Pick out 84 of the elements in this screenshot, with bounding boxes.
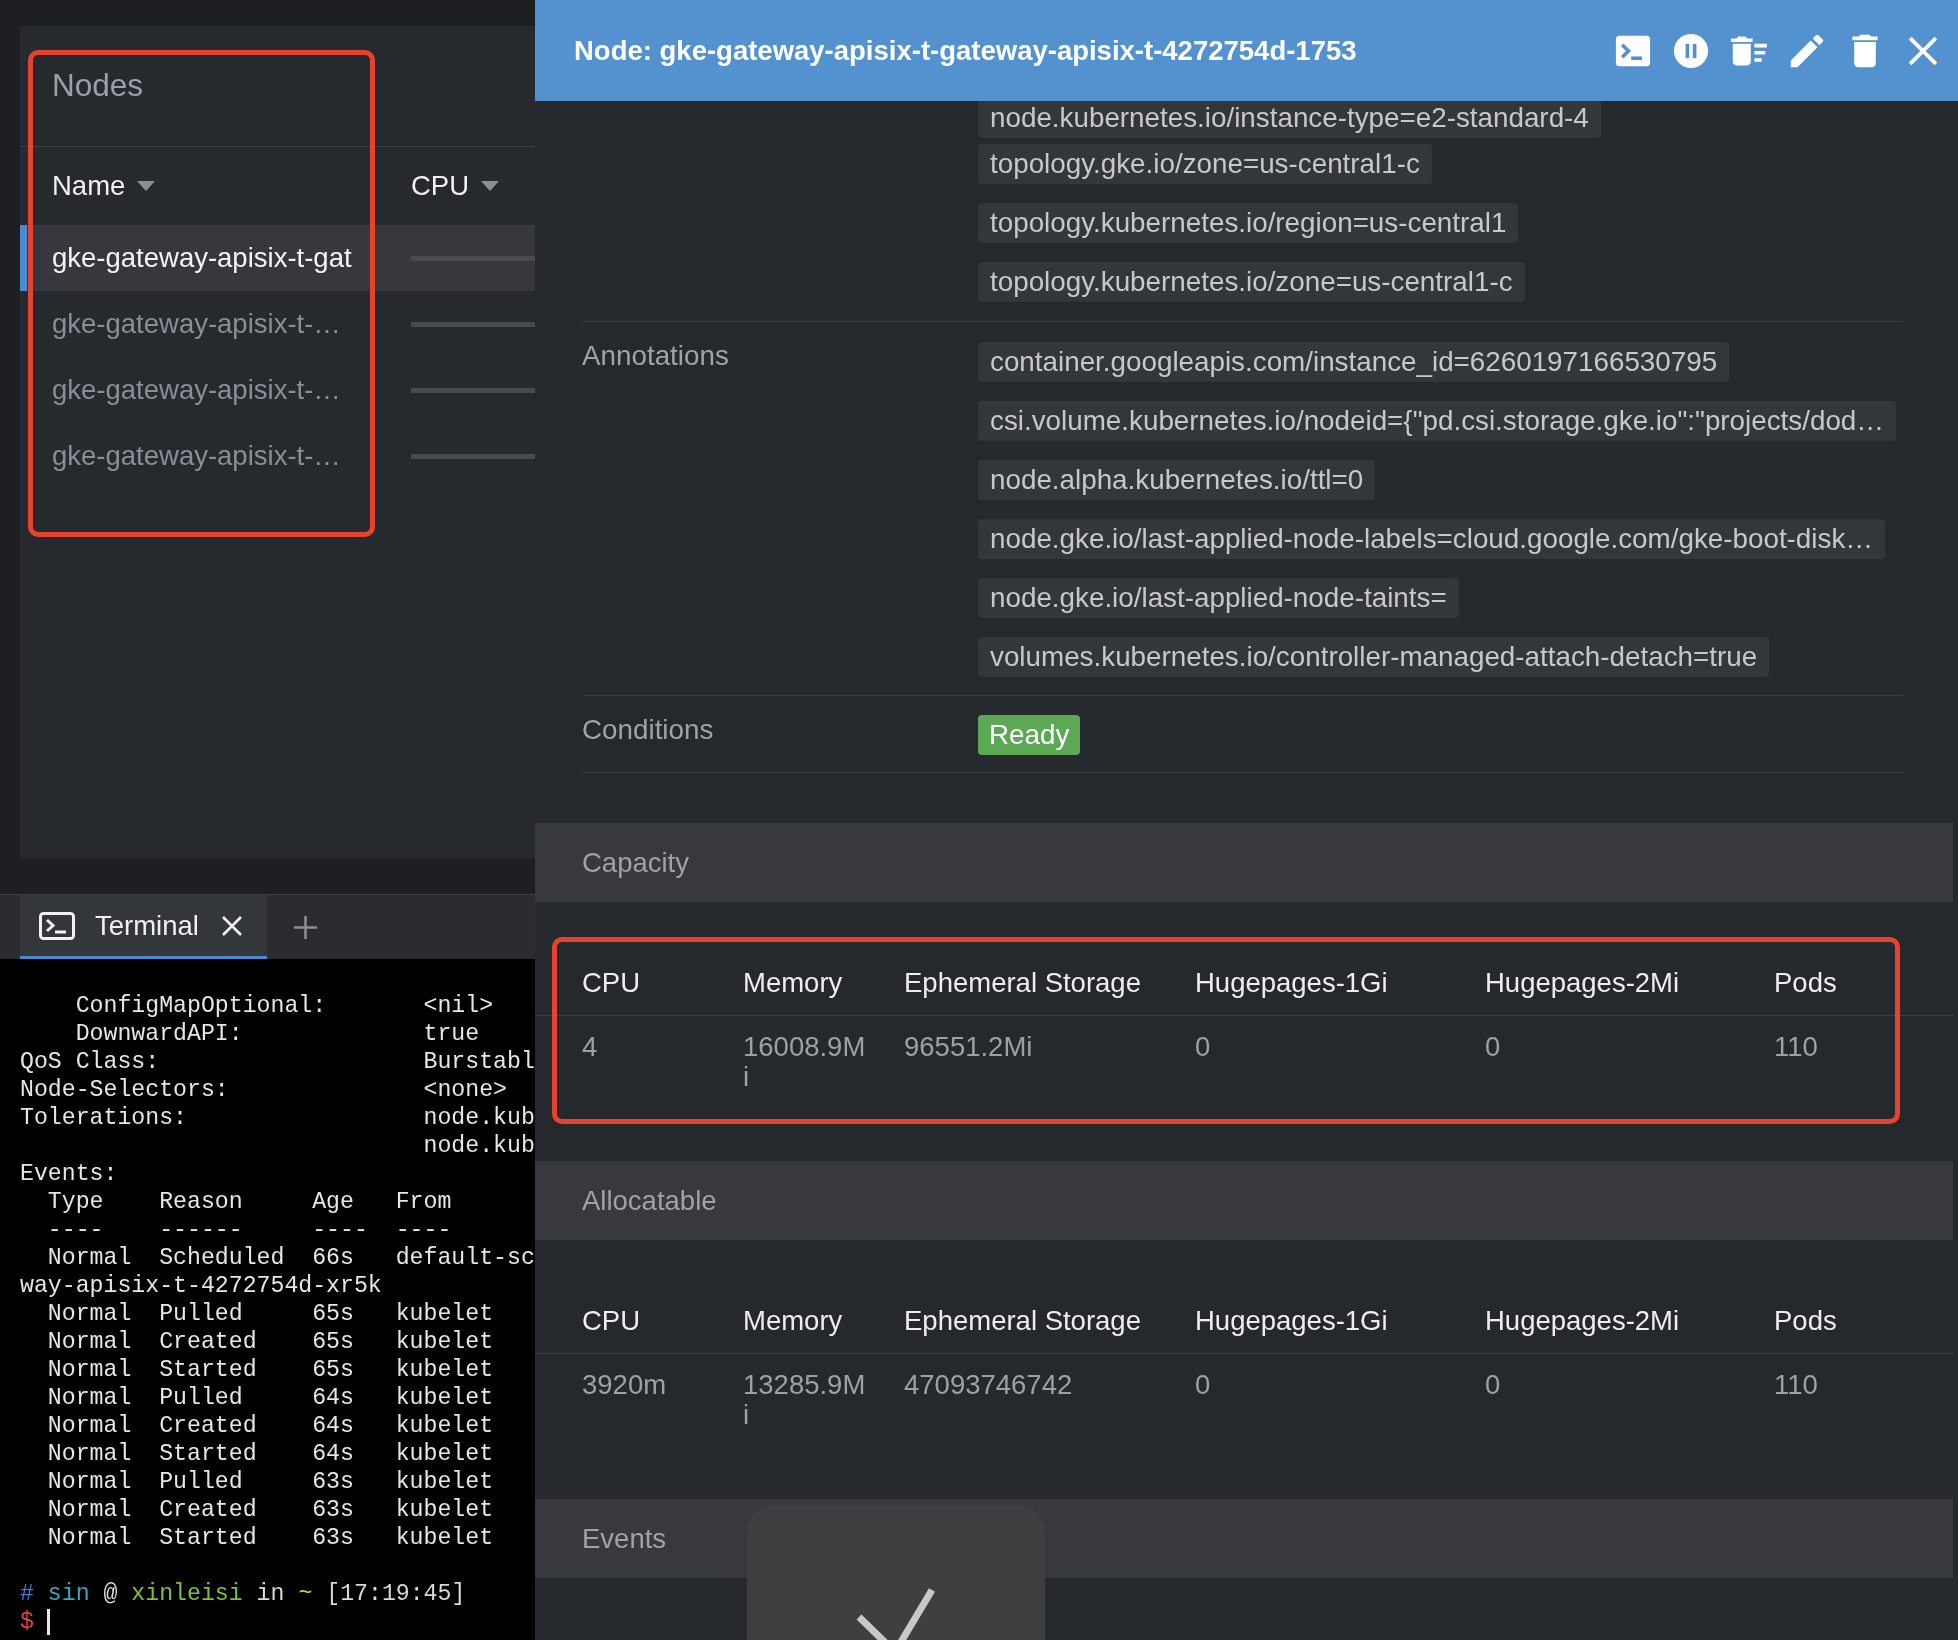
terminal-line: Normal Created 65s kubelet	[46, 1328, 494, 1356]
column-header: CPU	[582, 965, 642, 1000]
column-header[interactable]: CPU	[411, 165, 500, 207]
field-label: Annotations	[582, 340, 729, 371]
pause-circle-icon	[1673, 32, 1709, 69]
annotation-chip: volumes.kubernetes.io/controller-managed-attach-detach=true	[978, 637, 1770, 677]
label-chip: topology.kubernetes.io/zone=us-central1-c	[978, 262, 1525, 302]
sort-caret-icon	[137, 181, 156, 191]
node-name: gke-gateway-apisix-t-gat	[51, 241, 353, 276]
table-cell-text: 0	[1485, 1032, 1502, 1064]
terminal-line: Normal Started 65s kubelet	[46, 1356, 494, 1384]
terminal-line: Normal Started 63s kubelet	[46, 1524, 494, 1552]
status-badge: Ready	[978, 715, 1081, 755]
column-header[interactable]: Name	[52, 165, 156, 207]
column-header: Pods	[1774, 1303, 1838, 1338]
terminal-line: Normal Created 64s kubelet	[46, 1412, 494, 1440]
table-cell-text: 0	[1195, 1370, 1212, 1402]
annotation-chip: csi.volume.kubernetes.io/nodeid={"pd.csi.storage.gke.io":"projects/dod…	[978, 401, 1897, 441]
field-label: Conditions	[582, 714, 714, 745]
table-cell-text: 13285.9Mi	[743, 1370, 867, 1430]
check-icon	[855, 1586, 936, 1640]
pencil-icon	[1789, 32, 1825, 69]
column-header: Memory	[743, 965, 844, 1000]
close-icon	[1908, 35, 1938, 66]
column-header: Pods	[1774, 965, 1838, 1000]
section-header: Allocatable	[535, 1161, 1953, 1240]
table-cell-text: 0	[1195, 1032, 1212, 1064]
terminal-line: Normal Created 63s kubelet	[46, 1496, 494, 1524]
terminal-line: Node-Selectors: <none>	[20, 1076, 508, 1104]
section-header: Capacity	[535, 823, 1953, 902]
table-cell-text: 16008.9Mi	[743, 1032, 867, 1092]
terminal-line: DownwardAPI: true	[74, 1020, 480, 1048]
annotation-chip: container.googleapis.com/instance_id=6260197166530795	[978, 342, 1730, 382]
node-row[interactable]: gke-gateway-apisix-t-gat	[20, 225, 535, 291]
node-name: gke-gateway-apisix-t-…	[51, 307, 342, 342]
prompt-line: # sin @ xinleisi in ~ [17:19:45]	[20, 1580, 466, 1608]
column-header: Ephemeral Storage	[904, 1303, 1142, 1338]
table-cell-text: 110	[1774, 1370, 1819, 1402]
column-header: CPU	[582, 1303, 642, 1338]
cursor-icon	[46, 1609, 50, 1635]
terminal-line: QoS Class: Burstabl	[20, 1048, 535, 1076]
terminal-line: way-apisix-t-4272754d-xr5k	[20, 1272, 382, 1300]
node-row[interactable]: gke-gateway-apisix-t-…	[20, 291, 535, 357]
terminal-line: Normal Pulled 63s kubelet	[46, 1468, 494, 1496]
table-cell-text: 4	[582, 1032, 599, 1064]
terminal-line: Normal Scheduled 66s default-sc	[46, 1244, 535, 1272]
label-chip: topology.kubernetes.io/region=us-central1	[978, 203, 1519, 243]
terminal-tab[interactable]: Terminal	[20, 895, 267, 959]
sort-caret-icon	[481, 181, 500, 191]
close-icon[interactable]	[220, 914, 243, 937]
node-name: gke-gateway-apisix-t-…	[51, 439, 342, 474]
terminal-line: ConfigMapOptional: <nil>	[74, 992, 494, 1020]
column-header: Hugepages-1Gi	[1195, 1303, 1389, 1338]
terminal-line: Normal Pulled 64s kubelet	[46, 1384, 494, 1412]
terminal-line: Type Reason Age From	[46, 1188, 452, 1216]
table-cell-text: 96551.2Mi	[904, 1032, 1034, 1064]
terminal-line: Normal Started 64s kubelet	[46, 1440, 494, 1468]
plus-icon[interactable]	[293, 914, 318, 940]
node-row[interactable]: gke-gateway-apisix-t-…	[20, 423, 535, 489]
table-cell-text: 0	[1485, 1370, 1502, 1402]
column-header: Hugepages-2Mi	[1485, 965, 1681, 1000]
node-name: gke-gateway-apisix-t-…	[51, 373, 342, 408]
table-cell-text: 3920m	[582, 1370, 668, 1402]
node-title: Node: gke-gateway-apisix-t-gateway-apisix-t-4272754d-1753	[574, 33, 1357, 68]
terminal-line: Normal Pulled 65s kubelet	[46, 1300, 494, 1328]
column-header: Ephemeral Storage	[904, 965, 1142, 1000]
terminal-line: Tolerations: node.kub	[20, 1104, 535, 1132]
prompt-symbol: $	[20, 1608, 34, 1636]
column-header: Memory	[743, 1303, 844, 1338]
label-chip: node.kubernetes.io/instance-type=e2-standard-4	[978, 98, 1601, 138]
annotation-chip: node.gke.io/last-applied-node-labels=cloud.google.com/gke-boot-disk…	[978, 519, 1886, 559]
panel-title: Nodes	[52, 66, 144, 106]
terminal-line: ---- ------ ---- ----	[46, 1216, 452, 1244]
annotation-chip: node.gke.io/last-applied-node-taints=	[978, 578, 1459, 618]
table-cell-text: 110	[1774, 1032, 1819, 1064]
terminal-line: node.kub	[422, 1132, 535, 1160]
node-row[interactable]: gke-gateway-apisix-t-…	[20, 357, 535, 423]
column-header: Hugepages-2Mi	[1485, 1303, 1681, 1338]
table-cell-text: 47093746742	[904, 1370, 1074, 1402]
column-header: Hugepages-1Gi	[1195, 965, 1389, 1000]
annotation-chip: node.alpha.kubernetes.io/ttl=0	[978, 460, 1376, 500]
terminal-icon	[39, 911, 75, 940]
label-chip: topology.gke.io/zone=us-central1-c	[978, 144, 1432, 184]
terminal-line: Events:	[20, 1160, 118, 1188]
